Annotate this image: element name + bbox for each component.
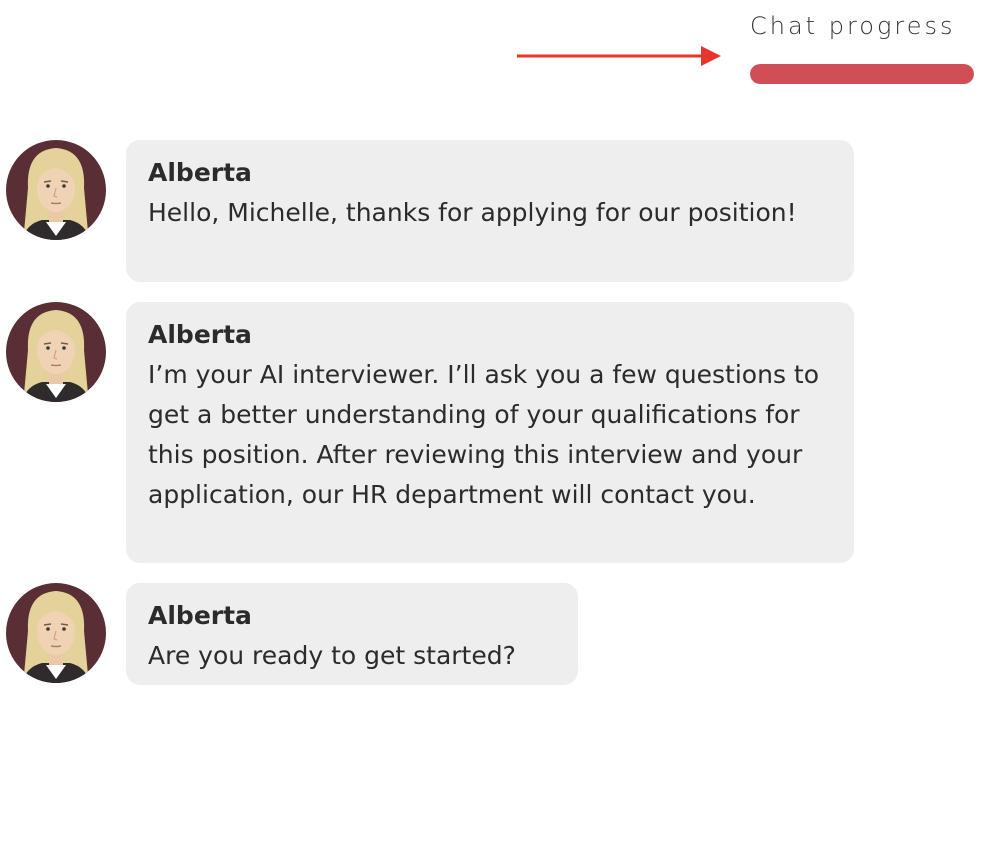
chat-progress-fill [750, 64, 974, 84]
message-text: Hello, Michelle, thanks for applying for… [148, 198, 797, 227]
chat-progress-bar [750, 64, 974, 84]
avatar [6, 583, 106, 683]
message-text: Are you ready to get started? [148, 641, 516, 670]
message-bubble: Alberta Are you ready to get started? [126, 583, 578, 685]
avatar [6, 140, 106, 240]
avatar [6, 302, 106, 402]
message-sender: Alberta [148, 158, 252, 187]
message-bubble: Alberta I’m your AI interviewer. I’ll as… [126, 302, 854, 563]
message-text: I’m your AI interviewer. I’ll ask you a … [148, 360, 820, 509]
red-arrow-icon [517, 46, 721, 66]
chat-progress-label: Chat progress [750, 12, 956, 40]
message-sender: Alberta [148, 320, 252, 349]
message-sender: Alberta [148, 601, 252, 630]
message-bubble: Alberta Hello, Michelle, thanks for appl… [126, 140, 854, 282]
